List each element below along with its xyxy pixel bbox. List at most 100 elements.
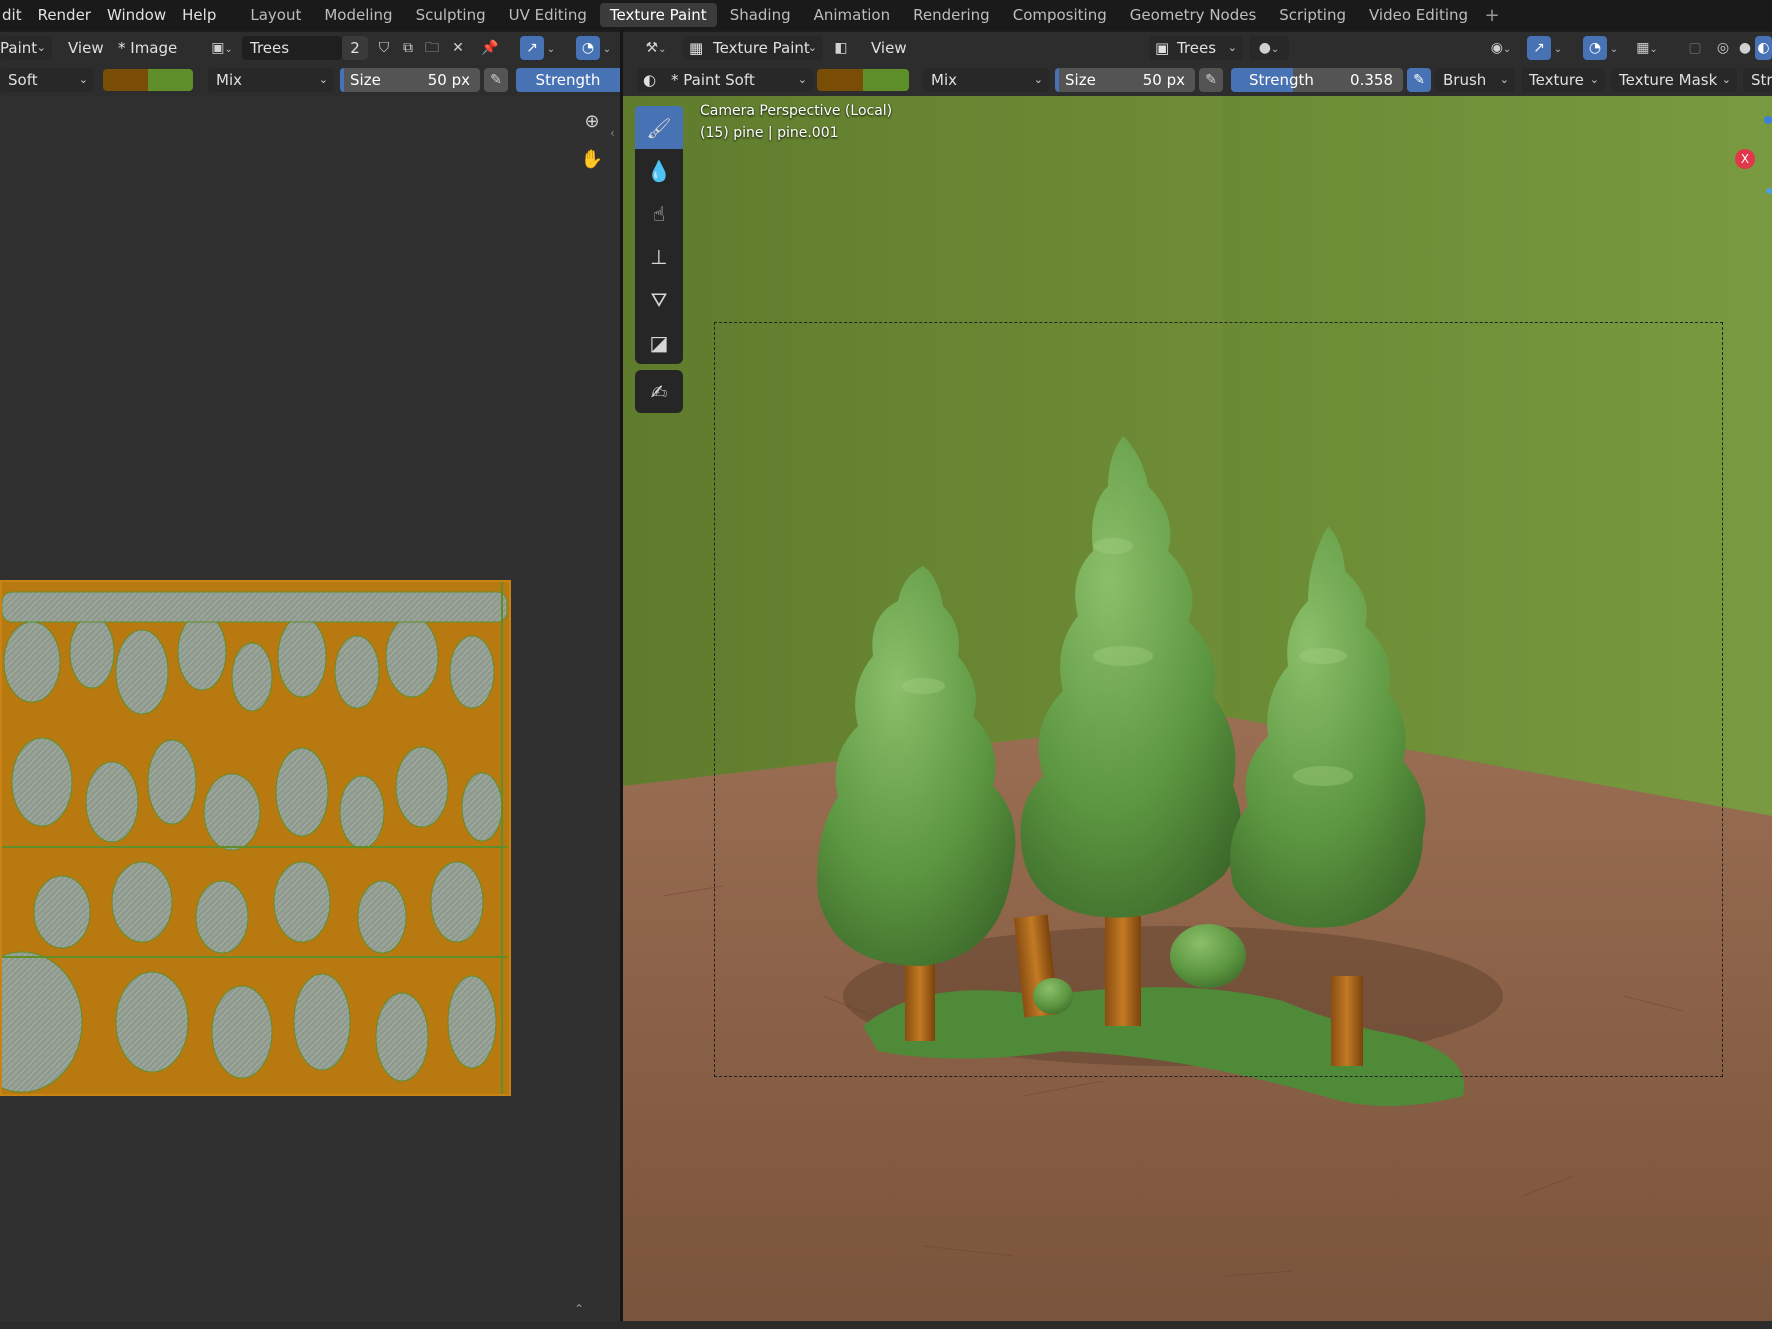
size-pressure-icon[interactable]: ✎ bbox=[484, 68, 508, 92]
gizmo-x-axis[interactable]: X bbox=[1735, 149, 1755, 169]
strength-pressure-icon[interactable]: ✎ bbox=[1407, 68, 1431, 92]
workspace-tab-scripting[interactable]: Scripting bbox=[1269, 3, 1356, 27]
image-menu[interactable]: * Image bbox=[110, 36, 185, 60]
editor-type-icon[interactable]: ⚒⌄ bbox=[637, 36, 675, 60]
primary-color-swatch[interactable] bbox=[103, 69, 148, 91]
texture-mask-panel-dropdown[interactable]: Texture Mask ⌄ bbox=[1611, 68, 1737, 92]
image-editor-canvas[interactable]: ⊕ ✋ ‹ ⌃ bbox=[0, 96, 620, 1321]
workspace-tab-texture-paint[interactable]: Texture Paint bbox=[599, 3, 717, 27]
viewport-primary-color-swatch[interactable] bbox=[817, 69, 863, 91]
xray-checker-icon[interactable]: ▦⌄ bbox=[1627, 36, 1667, 60]
solid-shading-icon[interactable]: ● bbox=[1733, 36, 1757, 60]
pin-icon[interactable]: 📌 bbox=[478, 36, 502, 60]
fake-user-shield-icon[interactable]: ⛉ bbox=[372, 36, 396, 60]
view-menu[interactable]: View bbox=[60, 36, 112, 60]
brush-selector-dropdown[interactable]: Soft ⌄ bbox=[0, 68, 94, 92]
menu-render[interactable]: Render bbox=[30, 0, 99, 30]
workspace-tab-video-editing[interactable]: Video Editing bbox=[1359, 3, 1478, 27]
snap-dropdown-chevron-icon[interactable]: ⌄ bbox=[544, 36, 558, 60]
color-swatches[interactable] bbox=[103, 69, 193, 91]
soften-drop-icon[interactable]: 💧 bbox=[635, 149, 683, 192]
open-image-folder-icon[interactable]: 🗀 bbox=[420, 36, 444, 60]
chevron-down-icon: ⌄ bbox=[1227, 41, 1237, 54]
viewport-size-slider[interactable]: Size 50 px bbox=[1055, 68, 1195, 92]
viewport-size-value: 50 px bbox=[1142, 71, 1185, 89]
viewport-size-label: Size bbox=[1065, 71, 1096, 89]
overlay-icon[interactable]: ◔ bbox=[576, 36, 600, 60]
image-editor-tool-settings: Soft ⌄ Mix ⌄ Size 50 px ✎ Strength bbox=[0, 64, 620, 96]
shading-dot-icon[interactable]: ●⌄ bbox=[1249, 36, 1289, 60]
size-slider[interactable]: Size 50 px bbox=[340, 68, 480, 92]
draw-brush-icon[interactable]: 🖌 bbox=[635, 106, 683, 149]
blend-mode-dropdown[interactable]: Mix ⌄ bbox=[208, 68, 334, 92]
viewport-size-pressure-icon[interactable]: ✎ bbox=[1199, 68, 1223, 92]
image-name-field[interactable]: Trees bbox=[242, 36, 342, 60]
close-image-icon[interactable]: ✕ bbox=[446, 36, 470, 60]
image-icon: ▣ bbox=[1155, 39, 1170, 57]
menu-help[interactable]: Help bbox=[174, 0, 224, 30]
texture-panel-dropdown[interactable]: Texture ⌄ bbox=[1521, 68, 1605, 92]
workspace-tab-rendering[interactable]: Rendering bbox=[903, 3, 1000, 27]
toggle-xray-icon[interactable]: ▢ bbox=[1683, 36, 1707, 60]
add-workspace-icon[interactable]: + bbox=[1481, 5, 1503, 26]
expand-region-chevron-icon[interactable]: ⌃ bbox=[574, 1302, 584, 1316]
workspace-tab-sculpting[interactable]: Sculpting bbox=[406, 3, 496, 27]
workspace-tab-modeling[interactable]: Modeling bbox=[314, 3, 402, 27]
secondary-color-swatch[interactable] bbox=[148, 69, 193, 91]
camera-perspective-label: Camera Perspective (Local) bbox=[700, 103, 893, 119]
uv-islands-graphic bbox=[2, 582, 509, 1094]
fill-bucket-icon[interactable]: ⛛ bbox=[635, 278, 683, 321]
pan-hand-icon[interactable]: ✋ bbox=[580, 148, 604, 172]
visibility-eye-icon[interactable]: ◉⌄ bbox=[1481, 36, 1521, 60]
mode-label: Texture Paint bbox=[713, 39, 810, 57]
workspace-tab-uv-editing[interactable]: UV Editing bbox=[499, 3, 597, 27]
image-browse-icon[interactable]: ▣⌄ bbox=[204, 36, 240, 60]
menu-edit[interactable]: dit bbox=[0, 0, 30, 30]
workspace-tab-geometry-nodes[interactable]: Geometry Nodes bbox=[1120, 3, 1267, 27]
texture-mask-panel-label: Texture Mask bbox=[1619, 71, 1718, 89]
annotate-pen-icon[interactable]: ✍ bbox=[635, 370, 683, 413]
viewport-view-menu[interactable]: View bbox=[863, 36, 915, 60]
viewport-blend-dropdown[interactable]: Mix ⌄ bbox=[923, 68, 1049, 92]
zoom-icon[interactable]: ⊕ bbox=[580, 110, 604, 134]
viewport-strength-slider[interactable]: Strength 0.358 bbox=[1231, 68, 1403, 92]
stroke-panel-dropdown[interactable]: Stroke bbox=[1743, 68, 1772, 92]
viewport-secondary-color-swatch[interactable] bbox=[863, 69, 909, 91]
sidebar-toggle-chevron-icon[interactable]: ‹ bbox=[610, 126, 615, 140]
workspace-tab-layout[interactable]: Layout bbox=[240, 3, 311, 27]
texture-paint-mode-dropdown[interactable]: ▦ Texture Paint ⌄ bbox=[683, 36, 823, 60]
snap-icon[interactable]: ↗ bbox=[520, 36, 544, 60]
chevron-down-icon: ⌄ bbox=[1721, 73, 1731, 86]
paint-mode-dropdown[interactable]: Paint ⌄ bbox=[0, 36, 52, 60]
viewport-color-swatches[interactable] bbox=[817, 69, 909, 91]
workspace-tab-animation[interactable]: Animation bbox=[804, 3, 900, 27]
stroke-panel-label: Stroke bbox=[1751, 71, 1772, 89]
image-users-count[interactable]: 2 bbox=[342, 36, 368, 60]
duplicate-image-icon[interactable]: ⧉ bbox=[396, 36, 420, 60]
gizmo-toggle-icon[interactable]: ↗ bbox=[1527, 36, 1551, 60]
wireframe-shading-icon[interactable]: ◎ bbox=[1711, 36, 1735, 60]
smear-finger-icon[interactable]: ☝ bbox=[635, 192, 683, 235]
workspace-tab-compositing[interactable]: Compositing bbox=[1003, 3, 1117, 27]
strength-slider-left[interactable]: Strength bbox=[516, 68, 620, 92]
workspace-tab-shading[interactable]: Shading bbox=[720, 3, 801, 27]
gizmo-z-axis[interactable] bbox=[1764, 116, 1772, 124]
gizmo-y-axis[interactable] bbox=[1766, 188, 1772, 194]
chevron-down-icon: ⌄ bbox=[797, 73, 807, 86]
overlay-dropdown-chevron-icon[interactable]: ⌄ bbox=[600, 36, 614, 60]
menu-window[interactable]: Window bbox=[99, 0, 174, 30]
overlays-toggle-icon[interactable]: ◔ bbox=[1583, 36, 1607, 60]
canvas-image-dropdown[interactable]: ▣ Trees ⌄ bbox=[1149, 36, 1243, 60]
size-value: 50 px bbox=[427, 71, 470, 89]
brush-panel-label: Brush bbox=[1443, 71, 1487, 89]
mask-icon[interactable]: ◪ bbox=[635, 321, 683, 364]
chevron-down-icon: ⌄ bbox=[78, 73, 88, 86]
viewport-strength-label: Strength bbox=[1249, 71, 1314, 89]
gizmo-dropdown-chevron-icon[interactable]: ⌄ bbox=[1551, 36, 1565, 60]
material-shading-icon[interactable]: ◐ bbox=[1755, 36, 1772, 60]
brush-panel-dropdown[interactable]: Brush ⌄ bbox=[1435, 68, 1515, 92]
clone-stamp-icon[interactable]: ⊥ bbox=[635, 235, 683, 278]
paint-mask-icon[interactable]: ◧ bbox=[829, 36, 853, 60]
overlays-dropdown-chevron-icon[interactable]: ⌄ bbox=[1607, 36, 1621, 60]
viewport-brush-dropdown[interactable]: ◐ * Paint Soft ⌄ bbox=[637, 68, 813, 92]
